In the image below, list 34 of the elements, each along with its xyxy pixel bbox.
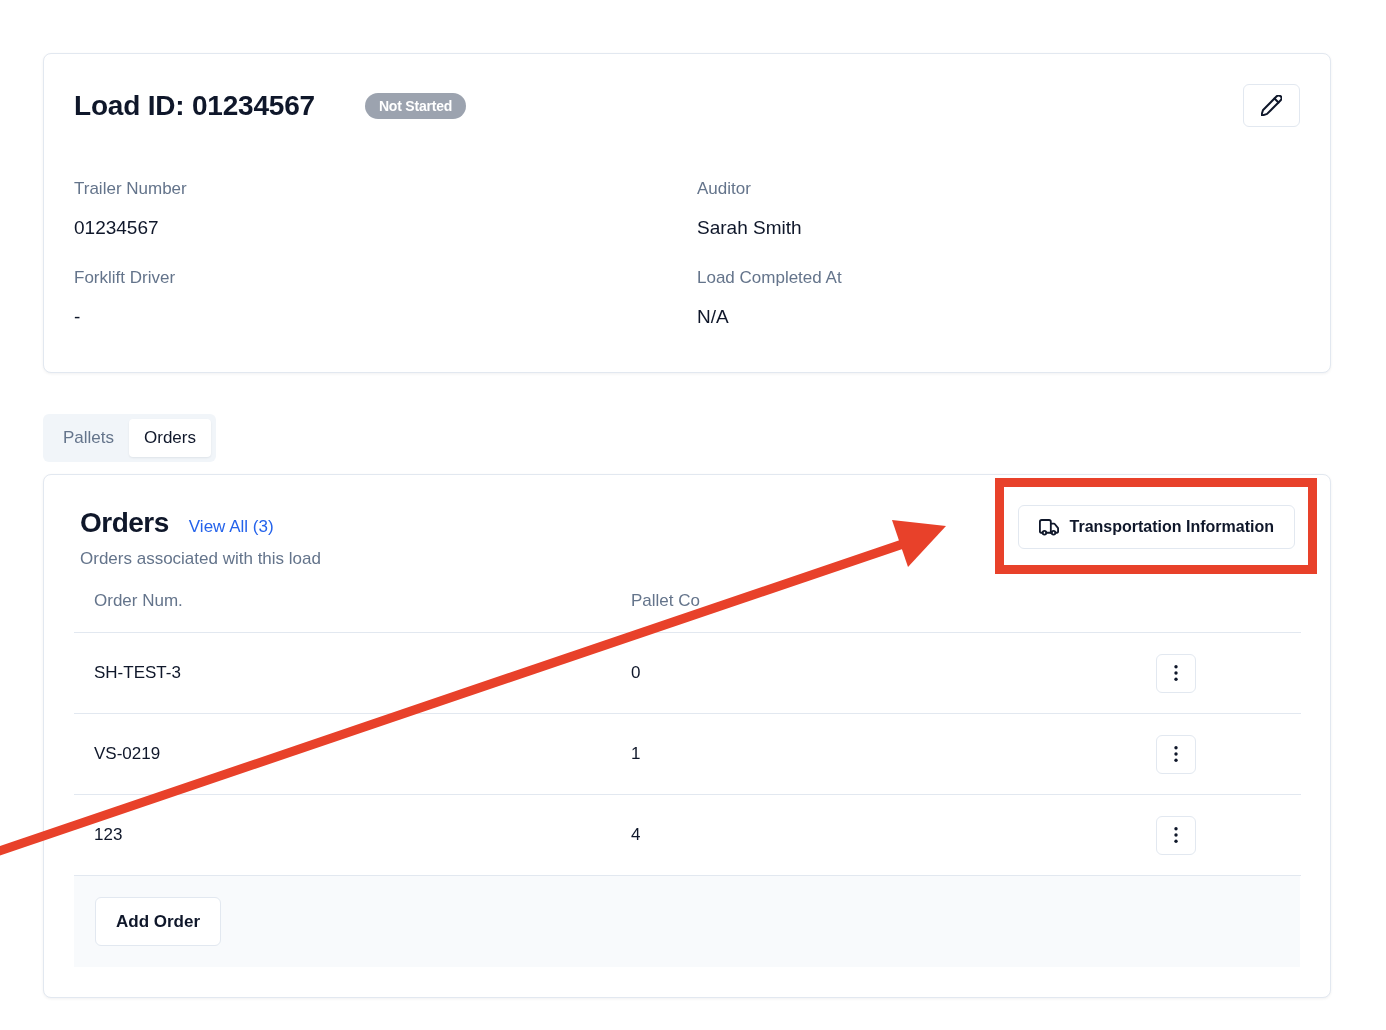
add-order-button[interactable]: Add Order	[95, 897, 222, 946]
table-cell: 4	[631, 825, 641, 844]
tab[interactable]: Pallets	[48, 419, 130, 457]
row-menu-button[interactable]	[1156, 815, 1196, 855]
vertical-dots-icon	[1174, 665, 1178, 681]
field-value: N/A	[697, 305, 729, 329]
load-title: Load ID: 01234567	[74, 88, 315, 123]
truck-icon	[1038, 518, 1059, 536]
row-menu-button[interactable]	[1156, 734, 1196, 774]
field-value: -	[74, 305, 81, 329]
row-menu-button[interactable]	[1156, 653, 1196, 693]
field-value: Sarah Smith	[697, 216, 802, 240]
table-cell: 1	[631, 744, 641, 763]
pencil-icon	[1261, 95, 1282, 116]
transportation-button[interactable]: Transportation Information	[1017, 505, 1295, 549]
tab[interactable]: Orders	[129, 419, 211, 457]
section-title: Orders	[80, 506, 169, 540]
table-cell: 0	[631, 663, 641, 682]
section-subtitle: Orders associated with this load	[80, 548, 321, 570]
table-cell: VS-0219	[94, 744, 161, 763]
field-label: Trailer Number	[74, 178, 187, 200]
column-header: Pallet Co	[631, 591, 700, 610]
field-label: Load Completed At	[697, 267, 842, 289]
vertical-dots-icon	[1174, 746, 1178, 762]
column-header: Order Num.	[94, 591, 183, 610]
edit-button[interactable]	[1243, 84, 1300, 127]
field-value: 01234567	[74, 216, 159, 240]
field-label: Forklift Driver	[74, 267, 176, 289]
view-all-link[interactable]: View All (3)	[188, 517, 274, 537]
field-label: Auditor	[697, 178, 751, 200]
table-cell: SH-TEST-3	[94, 663, 181, 682]
status-badge: Not Started	[364, 92, 467, 119]
table-cell: 123	[94, 825, 123, 844]
vertical-dots-icon	[1174, 827, 1178, 843]
